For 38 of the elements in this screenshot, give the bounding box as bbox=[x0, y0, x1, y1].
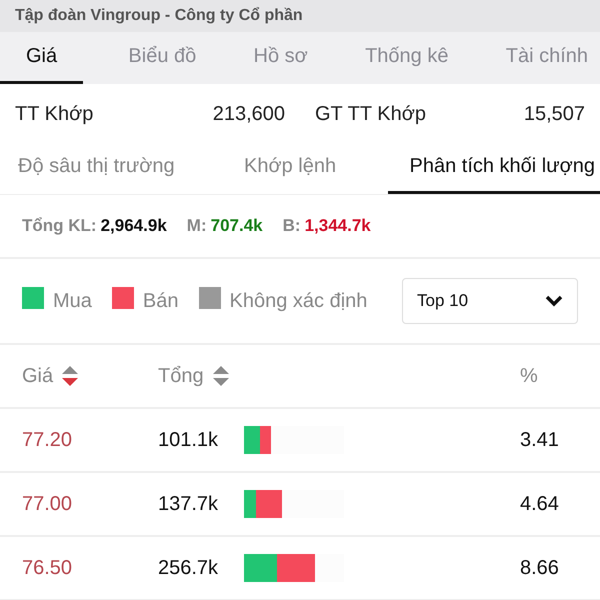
tab[interactable]: Biểu đồ bbox=[116, 32, 208, 84]
summary-value: 1,344.7k bbox=[304, 216, 371, 235]
percent-cell-text: 8.66 bbox=[520, 556, 560, 580]
tab[interactable]: Giá bbox=[0, 32, 84, 84]
legend-label: Bán bbox=[142, 290, 178, 312]
sort-icon[interactable] bbox=[61, 365, 80, 387]
total-cell-text: 256.7k bbox=[158, 556, 220, 580]
summary-value: 707.4k bbox=[210, 216, 263, 235]
price-cell-text: 77.20 bbox=[22, 428, 74, 452]
total-cell-text: 101.1k bbox=[158, 428, 220, 452]
summary-label: Tổng KL: bbox=[22, 216, 97, 235]
price-cell-text: 76.50 bbox=[22, 556, 74, 580]
column-header: Tổng bbox=[158, 364, 204, 388]
tab[interactable]: Tài chính bbox=[494, 32, 600, 84]
info-value: 15,507 bbox=[524, 102, 585, 126]
price-cell-text: 77.00 bbox=[22, 492, 74, 516]
legend-label: Mua bbox=[53, 290, 92, 312]
sort-icon[interactable] bbox=[212, 365, 230, 387]
tab[interactable]: Thống kê bbox=[353, 32, 460, 84]
tab[interactable]: Khớp lệnh bbox=[226, 142, 354, 194]
total-cell-text: 137.7k bbox=[158, 492, 220, 516]
column-header: % bbox=[520, 364, 538, 388]
top-dropdown[interactable]: Top 10 bbox=[402, 278, 578, 324]
tab[interactable]: Hồ sơ bbox=[242, 32, 320, 84]
info-label: GT TT Khớp bbox=[315, 102, 426, 126]
info-value: 213,600 bbox=[212, 102, 285, 126]
summary-label: M: bbox=[186, 216, 207, 235]
info-label: TT Khớp bbox=[15, 102, 94, 126]
column-header: Giá bbox=[22, 364, 54, 388]
legend-label: Không xác định bbox=[230, 290, 368, 312]
summary-value: 2,964.9k bbox=[100, 216, 167, 235]
summary-label: B: bbox=[282, 216, 301, 235]
tab[interactable]: Độ sâu thị trường bbox=[0, 142, 193, 194]
tab[interactable]: Phân tích khối lượng bbox=[388, 142, 600, 194]
percent-cell-text: 4.64 bbox=[520, 492, 560, 516]
percent-cell-text: 3.41 bbox=[520, 428, 560, 452]
chevron-down-icon bbox=[545, 295, 563, 307]
window-title: Tập đoàn Vingroup - Công ty Cổ phần bbox=[0, 0, 600, 32]
